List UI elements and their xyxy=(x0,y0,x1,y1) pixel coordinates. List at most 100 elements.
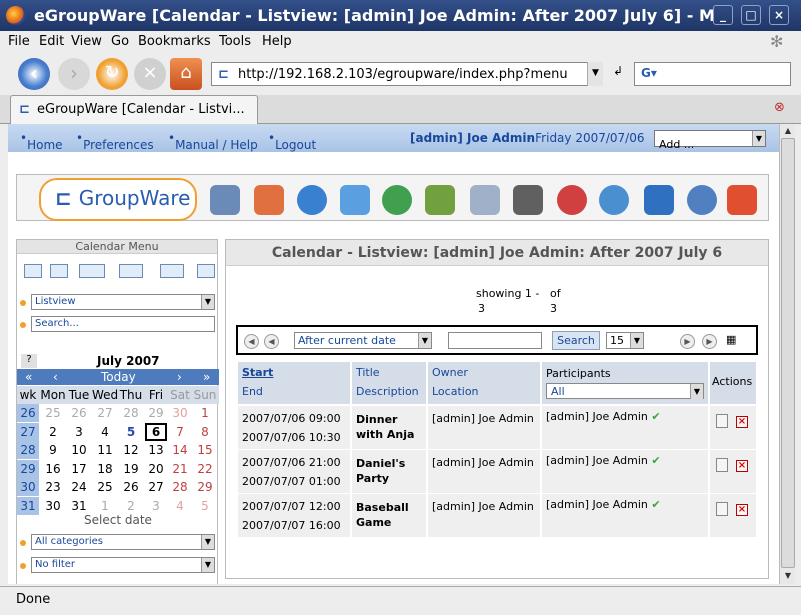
calendar-day[interactable]: 31 xyxy=(68,497,90,515)
calendar-app-icon[interactable] xyxy=(340,185,370,215)
column-title-label[interactable]: Title xyxy=(356,366,380,379)
edit-icon[interactable] xyxy=(716,458,728,472)
first-page-icon[interactable]: ◀ xyxy=(244,334,259,349)
calendar-day[interactable]: 7 xyxy=(169,423,191,441)
calendar-day[interactable]: 26 xyxy=(120,478,142,496)
calendar-day[interactable]: 18 xyxy=(94,460,116,478)
day-view-icon[interactable] xyxy=(79,264,105,278)
week-number[interactable]: 28 xyxy=(17,441,39,459)
calendar-day[interactable]: 3 xyxy=(145,497,167,515)
calendar-day[interactable]: 15 xyxy=(194,441,216,459)
scroll-up-icon[interactable]: ▲ xyxy=(782,125,794,137)
last-page-icon[interactable]: ▶ xyxy=(702,334,717,349)
delete-icon[interactable]: × xyxy=(736,416,748,428)
calendar-day[interactable]: 24 xyxy=(68,478,90,496)
calendar-day[interactable]: 19 xyxy=(120,460,142,478)
week-number[interactable]: 27 xyxy=(17,422,39,441)
resources-icon[interactable] xyxy=(557,185,587,215)
back-icon[interactable]: ‹ xyxy=(18,58,50,90)
scroll-down-icon[interactable]: ▼ xyxy=(782,570,794,582)
add-event-icon[interactable] xyxy=(24,264,42,278)
calendar-day[interactable]: 28 xyxy=(120,404,142,422)
calendar-day[interactable]: 2 xyxy=(120,497,142,515)
search-button[interactable]: Search xyxy=(552,331,600,350)
menu-bookmarks[interactable]: Bookmarks xyxy=(138,34,211,49)
calendar-day[interactable]: 2 xyxy=(42,423,64,441)
wiki-icon[interactable] xyxy=(687,185,717,215)
scroll-thumb[interactable] xyxy=(781,138,795,568)
tab-egroupware[interactable]: ⊏ eGroupWare [Calendar - Listvi... xyxy=(10,95,258,124)
maximize-icon[interactable]: □ xyxy=(741,5,761,25)
next-page-icon[interactable]: ▶ xyxy=(680,334,695,349)
calendar-day[interactable]: 29 xyxy=(194,478,216,496)
participants-filter[interactable]: All ▼ xyxy=(546,383,704,399)
per-page-select[interactable]: 15 ▼ xyxy=(606,332,644,349)
today-button[interactable]: Today xyxy=(101,370,136,384)
calendar-day[interactable]: 4 xyxy=(94,423,116,441)
column-description-label[interactable]: Description xyxy=(356,385,419,398)
manual-link[interactable]: • Manual / Help xyxy=(168,131,258,152)
calendar-day[interactable]: 1 xyxy=(94,497,116,515)
calendar-day[interactable]: 29 xyxy=(145,404,167,422)
next-year-button[interactable]: » xyxy=(203,370,210,384)
url-dropdown-icon[interactable]: ▼ xyxy=(587,62,603,86)
reload-icon[interactable]: ↻ xyxy=(96,58,128,90)
calendar-day[interactable]: 16 xyxy=(42,460,64,478)
logout-icon[interactable] xyxy=(727,185,757,215)
menu-file[interactable]: File xyxy=(8,34,30,49)
timesheet-icon[interactable] xyxy=(599,185,629,215)
delete-icon[interactable]: × xyxy=(736,460,748,472)
preferences-link[interactable]: • Preferences xyxy=(76,131,154,152)
month-view-icon[interactable] xyxy=(160,264,184,278)
calendar-day[interactable]: 5 xyxy=(120,423,142,441)
next-month-button[interactable]: › xyxy=(177,370,182,384)
calendar-day[interactable]: 14 xyxy=(169,441,191,459)
sort-start-link[interactable]: Start xyxy=(242,366,273,379)
edit-icon[interactable] xyxy=(716,502,728,516)
category-select[interactable]: All categories ▼ xyxy=(31,534,215,550)
minimize-icon[interactable]: _ xyxy=(713,5,733,25)
event-title[interactable]: Dinner with Anja xyxy=(356,412,426,442)
forward-icon[interactable]: › xyxy=(58,58,90,90)
calendar-day[interactable]: 9 xyxy=(42,441,64,459)
calendar-day[interactable]: 20 xyxy=(145,460,167,478)
week-number[interactable]: 29 xyxy=(17,459,39,478)
filemanager-icon[interactable] xyxy=(425,185,455,215)
calendar-day[interactable]: 25 xyxy=(94,478,116,496)
home-app-icon[interactable] xyxy=(254,185,284,215)
menu-tools[interactable]: Tools xyxy=(219,34,251,49)
event-title[interactable]: Baseball Game xyxy=(356,500,426,530)
week-view-icon[interactable] xyxy=(119,264,143,278)
calendar-day[interactable]: 25 xyxy=(42,404,64,422)
calendar-day[interactable]: 22 xyxy=(194,460,216,478)
browser-app-icon[interactable] xyxy=(297,185,327,215)
web-search-field[interactable]: G▾ xyxy=(634,62,791,86)
menu-help[interactable]: Help xyxy=(262,34,292,49)
home-icon[interactable]: ⌂ xyxy=(170,58,202,90)
calendar-day[interactable]: 27 xyxy=(94,404,116,422)
logout-link[interactable]: • Logout xyxy=(268,131,316,152)
url-field[interactable]: ⊏ http://192.168.2.103/egroupware/index.p… xyxy=(211,62,603,86)
calendar-day[interactable]: 30 xyxy=(169,404,191,422)
page-scrollbar[interactable]: ▲ ▼ xyxy=(779,124,795,584)
week-number[interactable]: 26 xyxy=(17,404,39,422)
stop-icon[interactable]: × xyxy=(134,58,166,90)
infolog-icon[interactable] xyxy=(470,185,500,215)
calendar-day[interactable]: 10 xyxy=(68,441,90,459)
go-icon[interactable]: ↲ xyxy=(609,64,627,84)
calendar-day[interactable]: 1 xyxy=(194,404,216,422)
calendar-day[interactable]: 23 xyxy=(42,478,64,496)
projects-icon[interactable] xyxy=(513,185,543,215)
calendar-day[interactable]: 30 xyxy=(42,497,64,515)
today-icon[interactable] xyxy=(50,264,68,278)
week-number[interactable]: 30 xyxy=(17,478,39,496)
list-search-input[interactable] xyxy=(448,332,542,349)
table-row[interactable]: 2007/07/06 09:00 2007/07/06 10:30 Dinner w… xyxy=(238,406,756,449)
column-owner-label[interactable]: Owner xyxy=(432,366,468,379)
sidebar-search-input[interactable]: Search... xyxy=(31,316,215,332)
calendar-day[interactable]: 5 xyxy=(194,497,216,515)
tracker-icon[interactable] xyxy=(644,185,674,215)
calendar-day[interactable]: 17 xyxy=(68,460,90,478)
menu-go[interactable]: Go xyxy=(111,34,129,49)
home-link[interactable]: • Home xyxy=(20,131,63,152)
